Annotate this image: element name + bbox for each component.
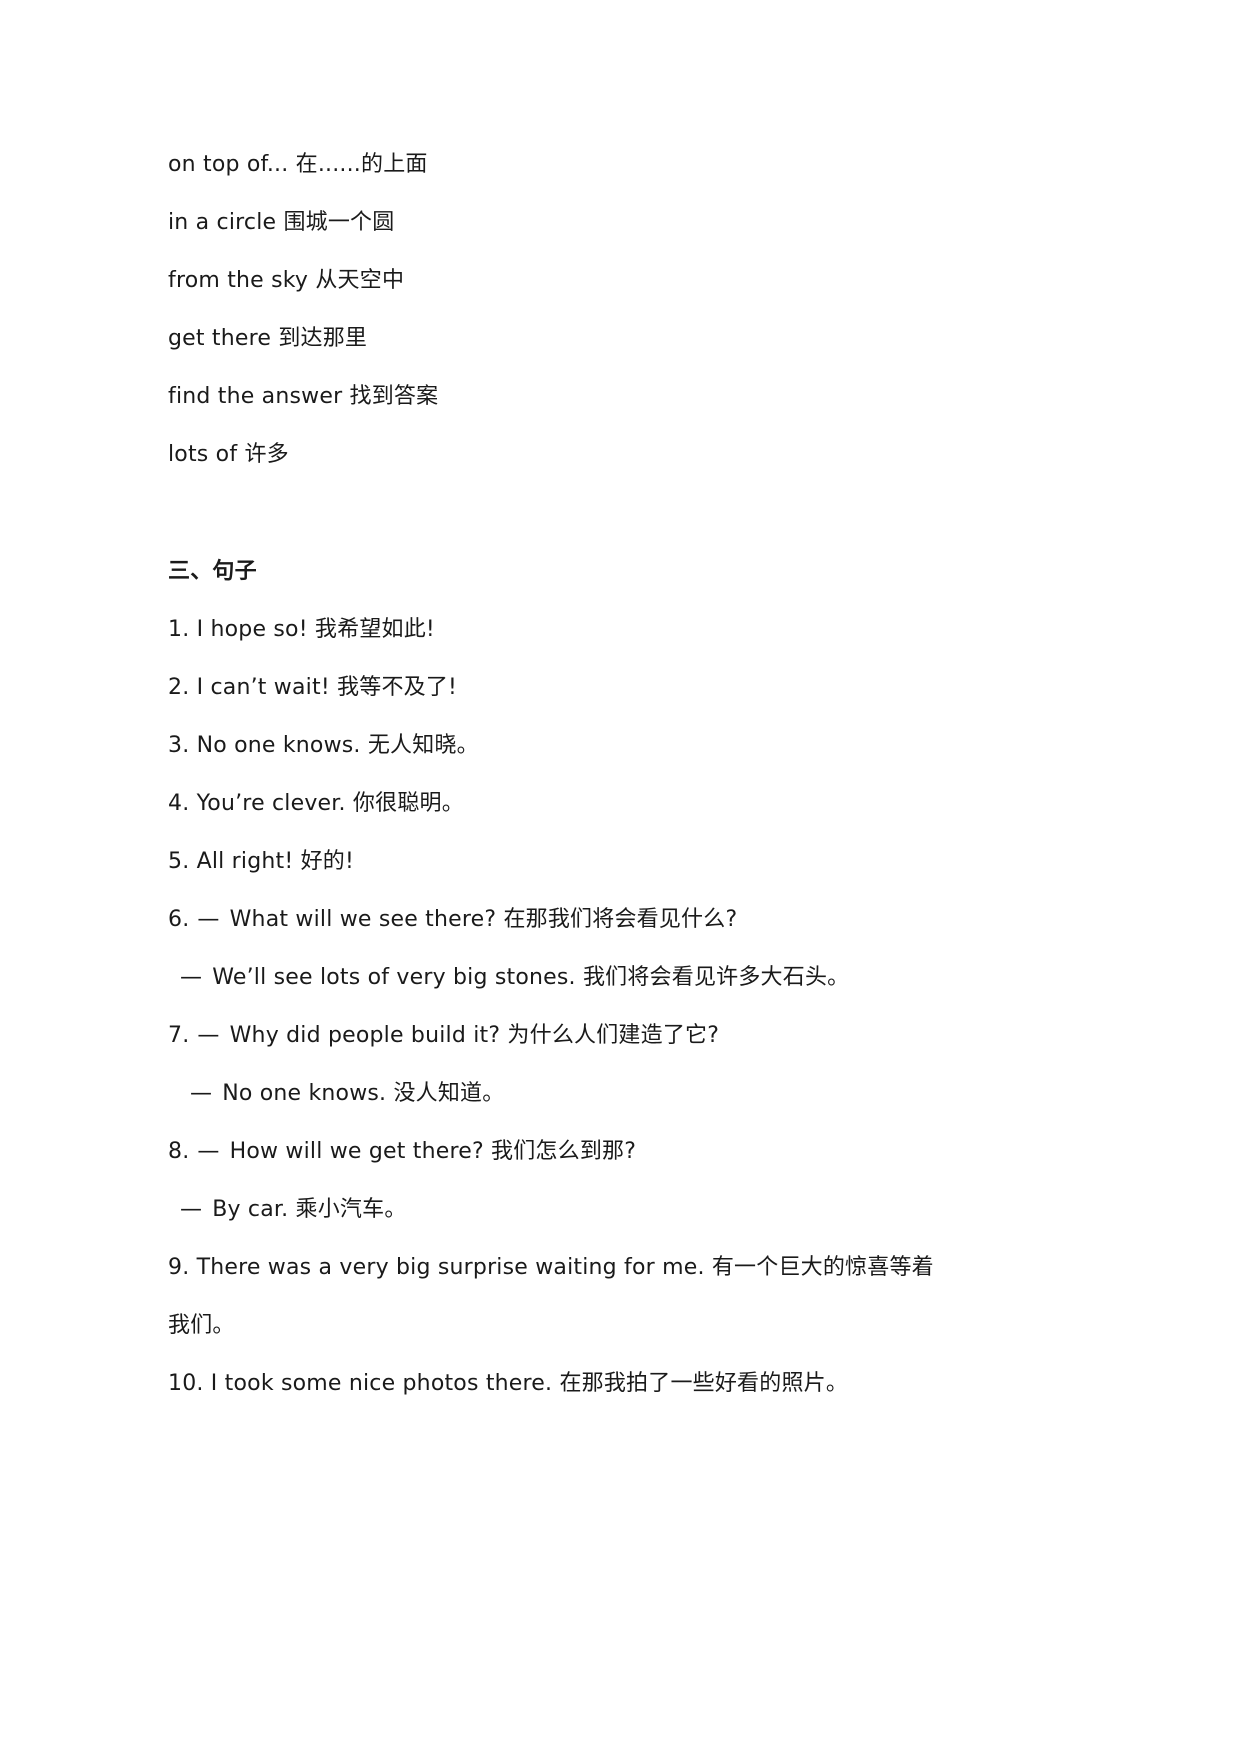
dialogue-dash: — [197, 1023, 220, 1048]
sentence-number: 3. [168, 733, 190, 758]
phrase-en: get there [168, 326, 272, 351]
reply-en: By car. [212, 1197, 289, 1222]
sentence-number: 2. [168, 675, 190, 700]
sentence-zh: 你很聪明。 [352, 791, 464, 816]
phrase-en: on top of... [168, 152, 289, 177]
reply-zh: 我们将会看见许多大石头。 [582, 965, 850, 990]
sentence-en: No one knows. [196, 733, 361, 758]
sentence-zh: 我希望如此! [314, 617, 435, 642]
sentence-zh: 为什么人们建造了它? [507, 1023, 720, 1048]
dialogue-question: 6. — What will we see there? 在那我们将会看见什么? [168, 905, 737, 935]
sentence-number: 7. [168, 1023, 190, 1048]
sentence-item: 1. I hope so! 我希望如此! [168, 615, 435, 645]
reply-zh: 没人知道。 [393, 1081, 505, 1106]
dialogue-question: 8. — How will we get there? 我们怎么到那? [168, 1137, 636, 1167]
sentence-item: 9. There was a very big surprise waiting… [168, 1253, 934, 1283]
sentence-number: 8. [168, 1139, 190, 1164]
sentence-en: How will we get there? [229, 1139, 484, 1164]
sentence-zh: 有一个巨大的惊喜等着 [711, 1255, 934, 1280]
dialogue-dash: — [197, 907, 220, 932]
sentence-zh: 我们怎么到那? [491, 1139, 637, 1164]
dialogue-reply: — By car. 乘小汽车。 [180, 1195, 407, 1225]
phrase-zh: 围城一个圆 [283, 210, 395, 235]
dialogue-reply: — No one knows. 没人知道。 [190, 1079, 504, 1109]
phrase-item: lots of 许多 [168, 440, 289, 470]
dialogue-dash: — [180, 1197, 203, 1222]
section-heading: 三、句子 [168, 559, 257, 584]
sentence-en: I can’t wait! [196, 675, 330, 700]
sentence-number: 10. [168, 1371, 204, 1396]
sentence-en: Why did people build it? [229, 1023, 501, 1048]
phrase-zh: 到达那里 [278, 326, 368, 351]
sentence-en: I hope so! [196, 617, 308, 642]
dialogue-question: 7. — Why did people build it? 为什么人们建造了它? [168, 1021, 719, 1051]
reply-en: No one knows. [222, 1081, 387, 1106]
sentence-number: 6. [168, 907, 190, 932]
sentence-number: 4. [168, 791, 190, 816]
dialogue-dash: — [190, 1081, 213, 1106]
phrase-zh: 从天空中 [315, 268, 405, 293]
sentence-zh: 我等不及了! [337, 675, 458, 700]
dialogue-dash: — [197, 1139, 220, 1164]
sentence-continuation: 我们。 [168, 1313, 235, 1338]
sentence-item: 2. I can’t wait! 我等不及了! [168, 673, 457, 703]
phrase-zh: 在......的上面 [295, 152, 428, 177]
sentence-number: 1. [168, 617, 190, 642]
sentence-en: There was a very big surprise waiting fo… [196, 1255, 705, 1280]
dialogue-dash: — [180, 965, 203, 990]
sentence-item: 10. I took some nice photos there. 在那我拍了… [168, 1369, 848, 1399]
phrase-zh: 找到答案 [349, 384, 439, 409]
reply-zh: 乘小汽车。 [295, 1197, 407, 1222]
phrase-item: find the answer 找到答案 [168, 382, 438, 412]
sentence-number: 5. [168, 849, 190, 874]
sentence-item: 5. All right! 好的! [168, 847, 354, 877]
sentence-zh: 无人知晓。 [367, 733, 479, 758]
sentence-item: 4. You’re clever. 你很聪明。 [168, 789, 464, 819]
sentence-en: All right! [196, 849, 294, 874]
dialogue-reply: — We’ll see lots of very big stones. 我们将会… [180, 963, 849, 993]
reply-en: We’ll see lots of very big stones. [212, 965, 576, 990]
phrase-en: find the answer [168, 384, 343, 409]
sentence-number: 9. [168, 1255, 190, 1280]
sentence-zh: 在那我们将会看见什么? [503, 907, 738, 932]
phrase-en: lots of [168, 442, 238, 467]
phrase-zh: 许多 [244, 442, 289, 467]
sentence-zh: 好的! [300, 849, 354, 874]
sentence-en: You’re clever. [196, 791, 346, 816]
phrase-item: get there 到达那里 [168, 324, 367, 354]
sentence-en: What will we see there? [229, 907, 497, 932]
sentence-zh: 在那我拍了一些好看的照片。 [559, 1371, 849, 1396]
phrase-item: on top of... 在......的上面 [168, 150, 428, 180]
phrase-item: in a circle 围城一个圆 [168, 208, 394, 238]
sentence-en: I took some nice photos there. [210, 1371, 553, 1396]
phrase-en: from the sky [168, 268, 309, 293]
phrase-en: in a circle [168, 210, 277, 235]
phrase-item: from the sky 从天空中 [168, 266, 404, 296]
sentence-item: 3. No one knows. 无人知晓。 [168, 731, 479, 761]
